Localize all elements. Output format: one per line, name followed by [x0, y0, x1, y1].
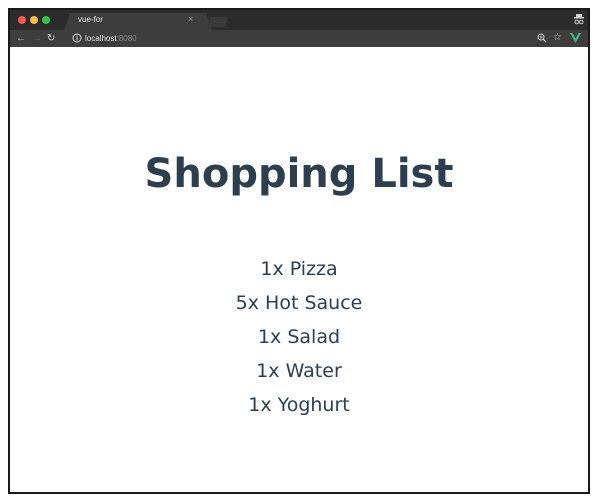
info-icon[interactable] [72, 33, 82, 43]
list-item: 1x Water [256, 360, 342, 382]
vue-extension-icon[interactable] [570, 33, 581, 43]
tab-title: vue-for [78, 15, 103, 24]
close-window-button[interactable] [18, 16, 26, 24]
url-port: :8080 [116, 34, 137, 43]
shopping-list: 1x Pizza 5x Hot Sauce 1x Salad 1x Water … [10, 252, 588, 422]
list-item: 5x Hot Sauce [235, 292, 363, 314]
list-item: 1x Salad [257, 326, 341, 348]
incognito-icon[interactable] [574, 13, 584, 25]
minimize-window-button[interactable] [30, 16, 38, 24]
menu-icon[interactable]: ⋮ [585, 32, 588, 44]
star-icon[interactable]: ☆ [553, 32, 562, 43]
maximize-window-button[interactable] [42, 16, 50, 24]
browser-window: vue-for × ← → ↻ localhost:8080 ☆ Shoppin… [8, 8, 590, 494]
tab-close-icon[interactable]: × [188, 14, 193, 24]
back-arrow-icon[interactable]: ← [16, 33, 26, 44]
new-tab-button[interactable] [208, 17, 228, 27]
browser-toolbar: ← → ↻ localhost:8080 ☆ ⋮ [10, 30, 588, 47]
zoom-icon[interactable] [537, 33, 547, 43]
reload-icon[interactable]: ↻ [47, 33, 55, 44]
list-item: 1x Pizza [260, 258, 338, 280]
tab-strip: vue-for × [10, 10, 588, 30]
page-title: Shopping List [144, 151, 454, 197]
page-content: Shopping List 1x Pizza 5x Hot Sauce 1x S… [10, 47, 588, 492]
url-host: localhost [85, 34, 117, 43]
forward-arrow-icon[interactable]: → [32, 33, 42, 44]
list-item: 1x Yoghurt [248, 394, 350, 416]
url-text[interactable]: localhost:8080 [85, 34, 137, 43]
